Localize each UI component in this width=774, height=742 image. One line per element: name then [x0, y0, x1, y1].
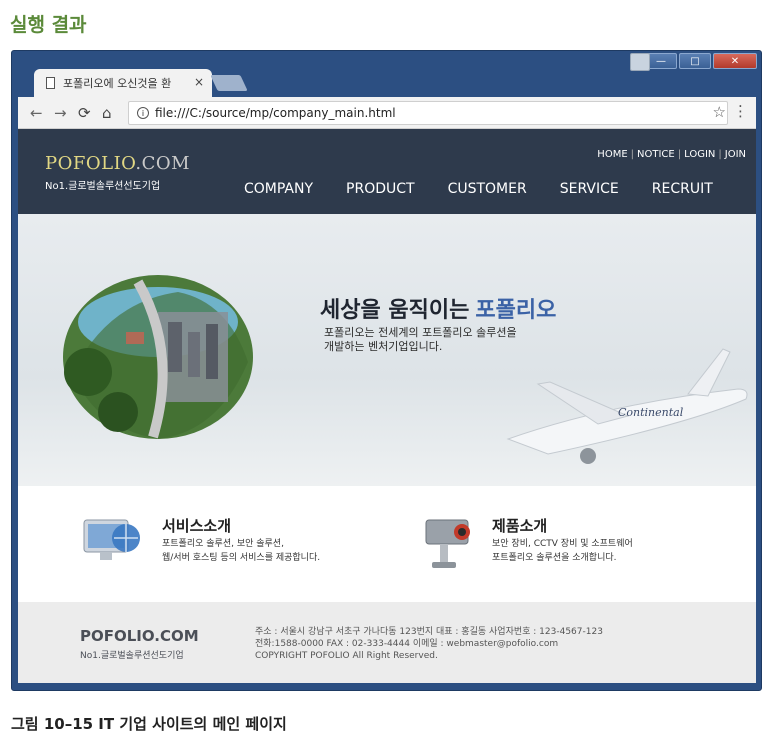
hero-banner: 세상을 움직이는 포폴리오 포폴리오는 전세계의 포트폴리오 솔루션을 개발하는 …: [18, 214, 756, 486]
city-globe-image: [63, 275, 253, 439]
forward-arrow-icon[interactable]: →: [54, 104, 67, 122]
tab-title: 포폴리오에 오신것을 환: [63, 77, 172, 90]
nav-recruit[interactable]: RECRUIT: [652, 181, 713, 197]
util-home-link[interactable]: HOME: [597, 149, 627, 160]
window-controls: — □ ✕: [630, 53, 757, 71]
user-icon[interactable]: [630, 53, 650, 71]
footer-logo: POFOLIO.COM: [80, 627, 199, 645]
nav-customer[interactable]: CUSTOMER: [448, 181, 527, 197]
tab-close-icon[interactable]: ×: [194, 75, 204, 89]
url-text: file:///C:/source/mp/company_main.html: [155, 106, 396, 120]
new-tab-button[interactable]: [210, 75, 248, 91]
product-intro-desc: 보안 장비, CCTV 장비 및 소프트웨어 포트폴리오 솔루션을 소개합니다.: [492, 539, 633, 563]
utility-nav: HOME | NOTICE | LOGIN | JOIN: [597, 149, 746, 160]
nav-service[interactable]: SERVICE: [560, 181, 619, 197]
service-intro-desc: 포트폴리오 솔루션, 보안 솔루션, 웹/서버 호스팅 등의 서비스를 제공합니…: [162, 539, 321, 563]
service-intro-title[interactable]: 서비스소개: [162, 515, 231, 536]
airplane-image: Continental: [506, 348, 748, 464]
logo-tagline: No1.글로벌솔루션선도기업: [45, 181, 161, 192]
home-icon[interactable]: ⌂: [102, 104, 112, 122]
figure-caption: 그림 10–15 IT 기업 사이트의 메인 페이지: [11, 715, 287, 733]
reload-icon[interactable]: ⟳: [78, 104, 91, 122]
util-login-link[interactable]: LOGIN: [684, 149, 715, 160]
address-bar[interactable]: i file:///C:/source/mp/company_main.html: [128, 101, 728, 125]
site-footer: POFOLIO.COM No1.글로벌솔루션선도기업 주소 : 서울시 강남구 …: [18, 602, 756, 683]
monitor-globe-icon: [83, 519, 140, 560]
util-join-link[interactable]: JOIN: [725, 149, 746, 160]
product-intro-title[interactable]: 제품소개: [492, 515, 547, 536]
main-nav: COMPANY PRODUCT CUSTOMER SERVICE RECRUIT: [244, 181, 746, 197]
footer-tagline: No1.글로벌솔루션선도기업: [80, 651, 184, 661]
cctv-camera-icon: [425, 519, 470, 568]
browser-window: — □ ✕ 포폴리오에 오신것을 환 × ← → ⟳ ⌂ i file:///C…: [11, 50, 762, 691]
util-notice-link[interactable]: NOTICE: [637, 149, 675, 160]
back-arrow-icon[interactable]: ←: [30, 104, 43, 122]
info-icon[interactable]: i: [137, 107, 149, 119]
nav-company[interactable]: COMPANY: [244, 181, 313, 197]
page-icon: [46, 77, 55, 89]
close-window-button[interactable]: ✕: [713, 53, 757, 69]
footer-company-info: 주소 : 서울시 강남구 서초구 가나다동 123번지 대표 : 홍길동 사업자…: [255, 627, 603, 661]
site-header: POFOLIO.COM No1.글로벌솔루션선도기업 HOME | NOTICE | L…: [18, 129, 756, 214]
nav-product[interactable]: PRODUCT: [346, 181, 415, 197]
menu-dots-icon[interactable]: ⋮: [733, 102, 748, 120]
browser-tab[interactable]: 포폴리오에 오신것을 환 ×: [34, 69, 212, 97]
site-logo[interactable]: POFOLIO.COM: [45, 153, 190, 174]
bookmark-star-icon[interactable]: ☆: [713, 103, 726, 121]
plane-livery-text: Continental: [618, 406, 684, 419]
hero-title: 세상을 움직이는 포폴리오: [320, 298, 557, 323]
section-heading: 실행 결과: [10, 14, 87, 36]
maximize-button[interactable]: □: [679, 53, 711, 69]
page-viewport: POFOLIO.COM No1.글로벌솔루션선도기업 HOME | NOTICE | L…: [18, 129, 756, 683]
browser-toolbar: ← → ⟳ ⌂ i file:///C:/source/mp/company_m…: [18, 97, 756, 129]
